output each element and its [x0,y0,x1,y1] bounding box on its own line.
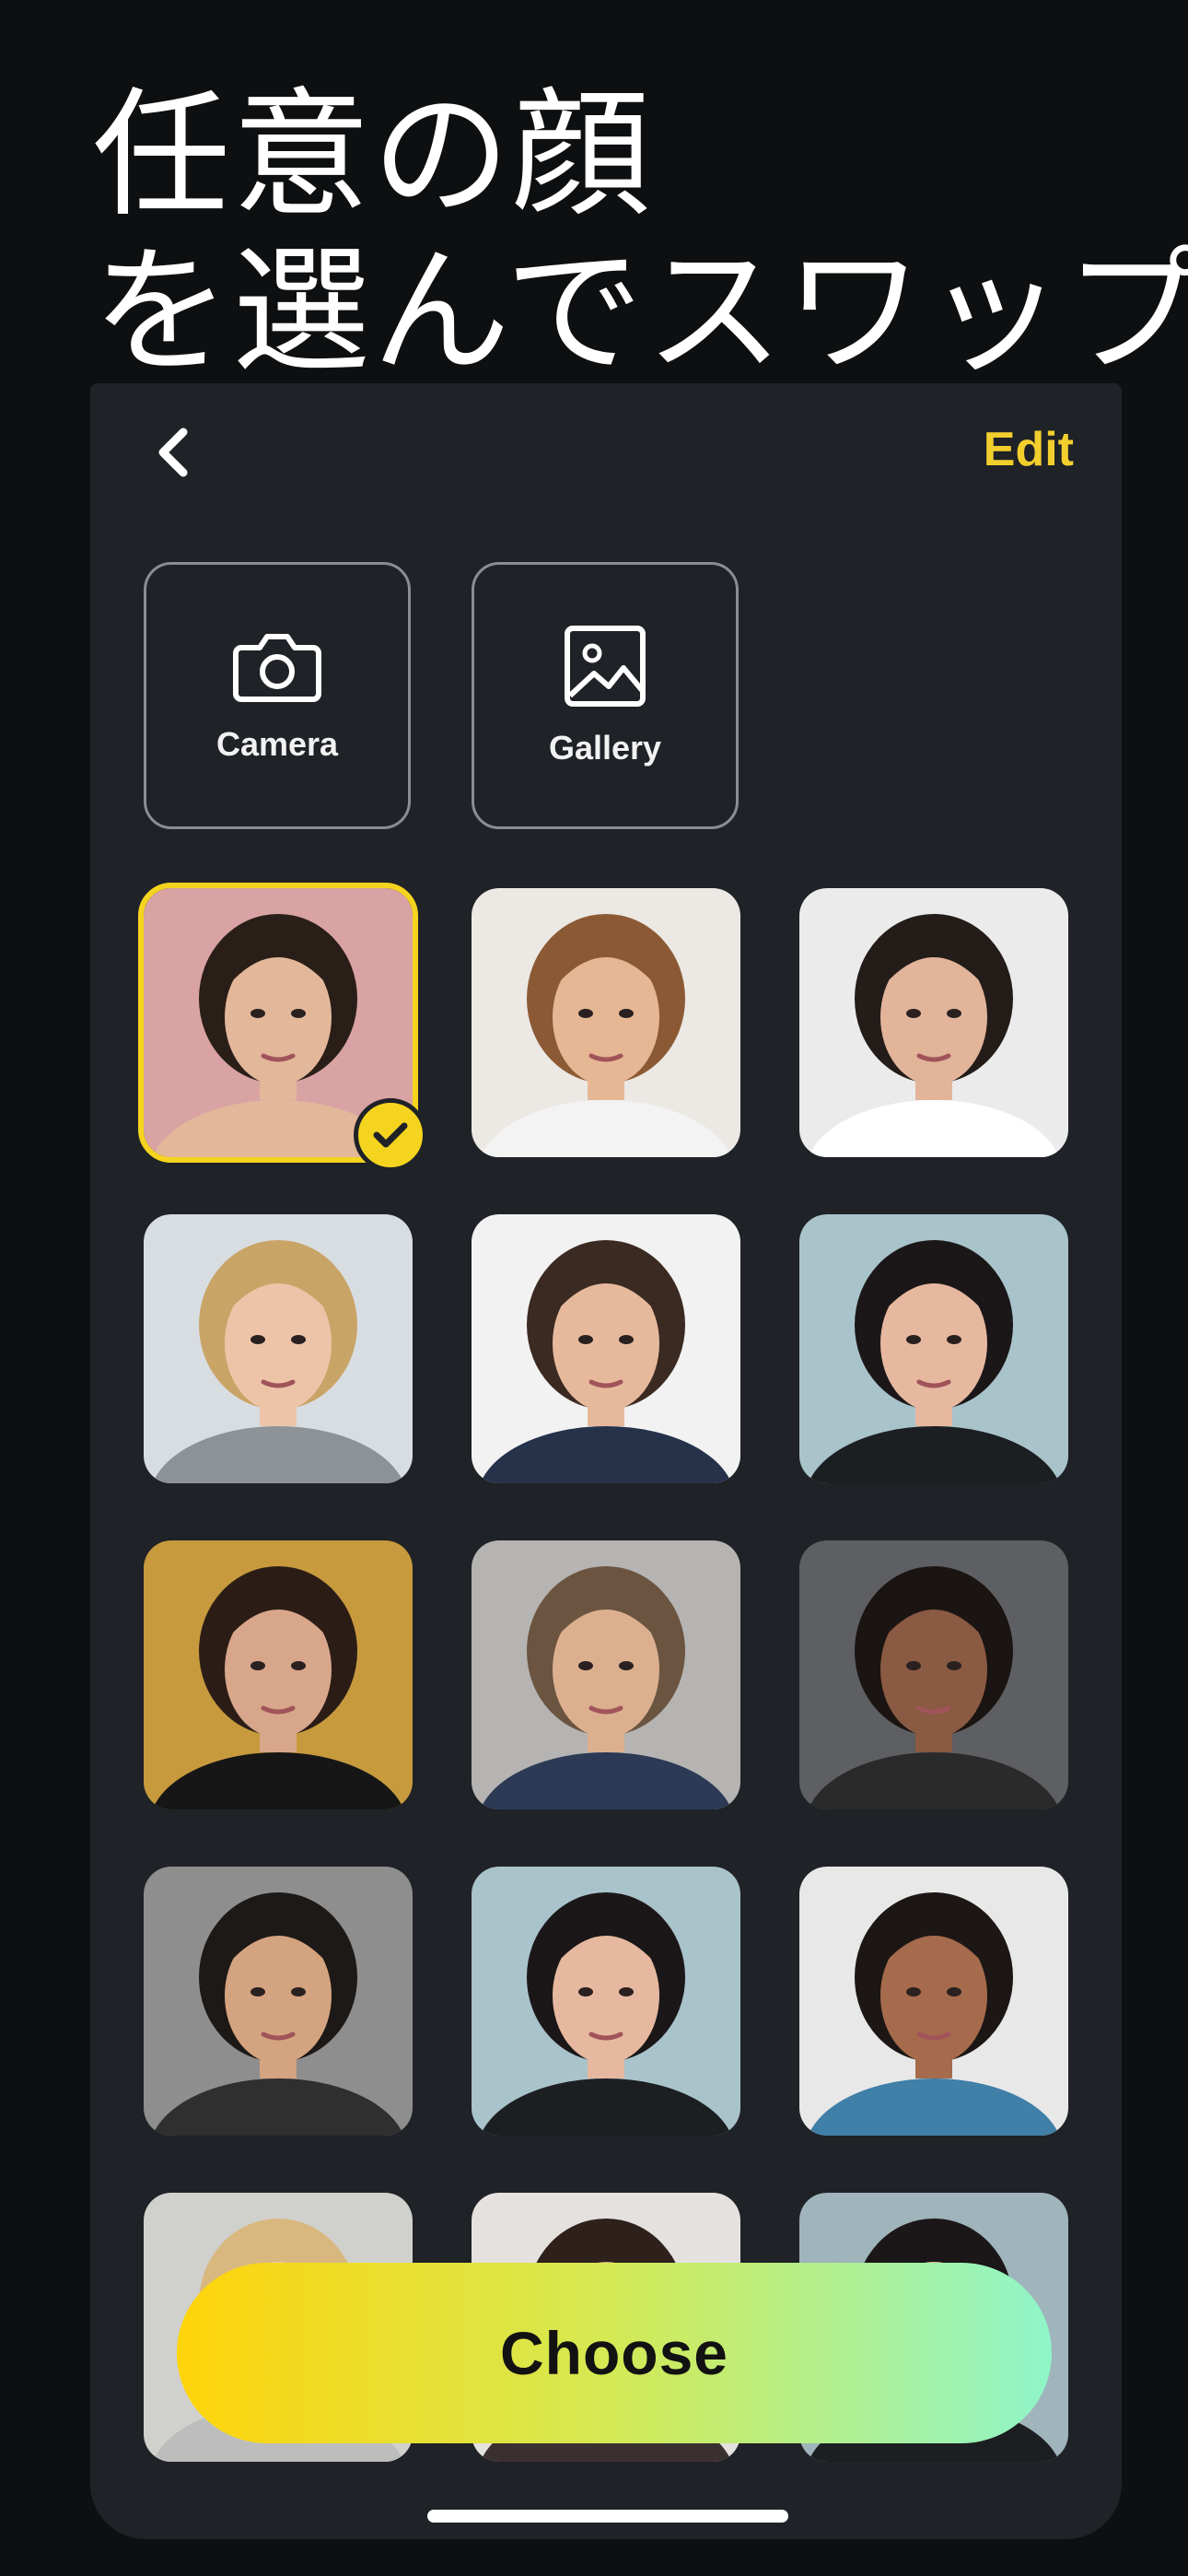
face-thumbnail[interactable] [799,1867,1068,2136]
face-thumbnail[interactable] [472,1214,740,1483]
camera-icon [233,634,321,702]
face-photo [472,1867,740,2136]
image-icon [565,626,646,707]
edit-button[interactable]: Edit [984,422,1074,477]
face-photo [799,888,1068,1157]
back-button[interactable] [142,420,206,485]
face-photo [144,1867,413,2136]
face-photo [799,1867,1068,2136]
face-photo [144,1214,413,1483]
camera-button[interactable]: Camera [144,562,411,829]
face-photo [799,1540,1068,1809]
face-thumbnail[interactable] [799,1540,1068,1809]
face-photo [472,1214,740,1483]
headline-line-2: を選んでスワップ [92,232,1188,392]
app-screen: Edit Camera Gallery Choose [90,383,1122,2539]
chevron-left-icon [158,427,188,477]
gallery-label: Gallery [548,729,662,767]
face-photo [472,888,740,1157]
face-thumbnail[interactable] [472,888,740,1157]
camera-label: Camera [215,725,339,763]
home-indicator [427,2510,788,2523]
headline-line-1: 任意の顔 [92,76,653,236]
face-photo [472,1540,740,1809]
choose-button[interactable]: Choose [177,2263,1052,2443]
face-thumbnail[interactable] [472,1867,740,2136]
face-photo [144,1540,413,1809]
face-thumbnail[interactable] [144,1214,413,1483]
face-thumbnail[interactable] [144,1540,413,1809]
face-thumbnail[interactable] [799,888,1068,1157]
headline: 任意の顔 を選んでスワップ [92,76,1188,392]
face-photo [799,1214,1068,1483]
selected-check-icon [354,1098,427,1172]
face-thumbnail[interactable] [472,1540,740,1809]
gallery-button[interactable]: Gallery [472,562,739,829]
face-thumbnail[interactable] [144,1867,413,2136]
face-thumbnail[interactable] [799,1214,1068,1483]
